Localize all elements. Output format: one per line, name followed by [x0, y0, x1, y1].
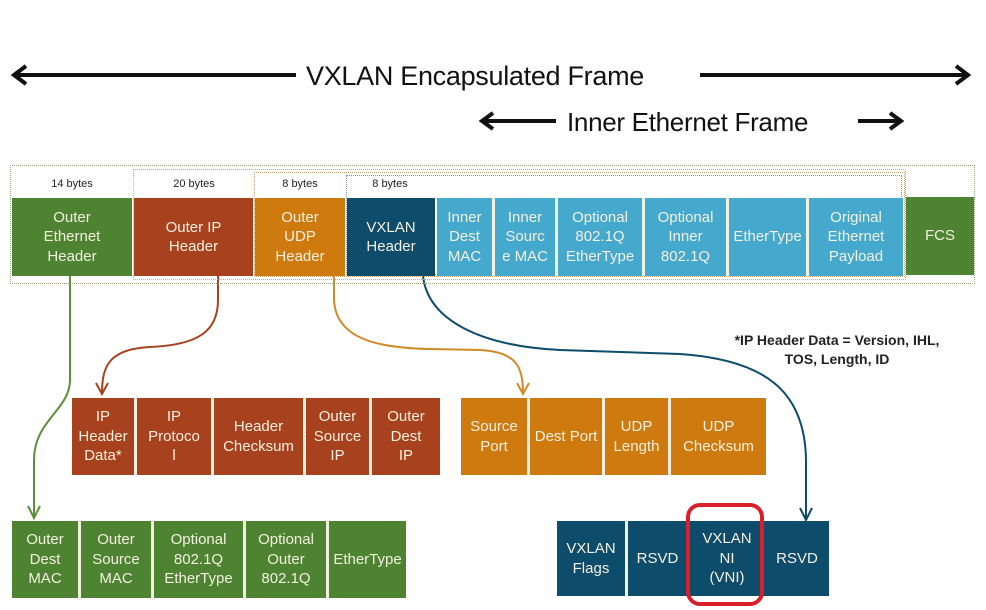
- outer-dest-mac-field: Outer Dest MAC: [26, 531, 64, 588]
- rsvd-field-2: RSVD: [776, 549, 818, 567]
- ip-fields-row: IP Header Data* IP Protoco l Header Chec…: [72, 398, 440, 475]
- inner-frame-title: Inner Ethernet Frame: [567, 106, 809, 138]
- outer-ip-bytes: 20 bytes: [173, 178, 215, 190]
- outer-ip-header: Outer IP Header: [134, 198, 253, 276]
- inner-ethertype: EtherType: [726, 198, 806, 276]
- rsvd-field-1: RSVD: [625, 521, 687, 596]
- optional-8021q-ethertype: Optional 802.1Q EtherType: [555, 198, 642, 276]
- dest-port-field: Dest Port: [527, 398, 602, 475]
- outer-source-mac-field: Outer Source MAC: [78, 521, 151, 598]
- inner-source-mac: Inner Sourc e MAC: [492, 198, 555, 276]
- optional-outer-8021q-field: Optional Outer 802.1Q: [243, 521, 326, 598]
- vxlan-connector: [422, 275, 807, 518]
- vxlan-header: VXLAN Header: [347, 198, 435, 276]
- ip-protocol-field: IP Protoco l: [134, 398, 211, 475]
- outer-ethernet-bytes: 14 bytes: [51, 178, 93, 190]
- inner-dest-mac: Inner Dest MAC: [447, 208, 482, 265]
- ethernet-connector: [33, 276, 71, 516]
- ip-header-data-footnote: *IP Header Data = Version, IHL, TOS, Len…: [734, 332, 940, 367]
- vxlan-bytes: 8 bytes: [372, 178, 408, 190]
- vxlan-flags-field: VXLAN Flags: [566, 540, 616, 577]
- outer-source-ip-field: Outer Source IP: [303, 398, 369, 475]
- vni-highlight-outline: [686, 503, 764, 606]
- ip-header-data-field: IP Header Data*: [78, 408, 128, 465]
- udp-checksum-field: UDP Checksum: [668, 398, 766, 475]
- fcs-block: FCS: [906, 197, 974, 275]
- outer-dest-ip-field: Outer Dest IP: [369, 398, 440, 475]
- udp-length-field: UDP Length: [602, 398, 668, 475]
- source-port-field: Source Port: [470, 418, 518, 455]
- ethernet-fields-row: Outer Dest MAC Outer Source MAC Optional…: [12, 521, 406, 598]
- outer-ethernet-header: Outer Ethernet Header: [12, 198, 132, 276]
- header-checksum-field: Header Checksum: [211, 398, 303, 475]
- optional-8021q-ethertype-field: Optional 802.1Q EtherType: [151, 521, 243, 598]
- outer-udp-header: Outer UDP Header: [255, 198, 345, 276]
- optional-inner-8021q: Optional Inner 802.1Q: [642, 198, 726, 276]
- ip-connector: [101, 276, 219, 394]
- outer-udp-bytes: 8 bytes: [282, 178, 318, 190]
- inner-ethernet-frame: Inner Dest MAC Inner Sourc e MAC Optiona…: [437, 198, 903, 276]
- udp-fields-row: Source Port Dest Port UDP Length UDP Che…: [461, 398, 766, 475]
- encapsulated-frame-title: VXLAN Encapsulated Frame: [306, 60, 644, 92]
- ethertype-field: EtherType: [326, 521, 406, 598]
- original-ethernet-payload: Original Ethernet Payload: [806, 198, 903, 276]
